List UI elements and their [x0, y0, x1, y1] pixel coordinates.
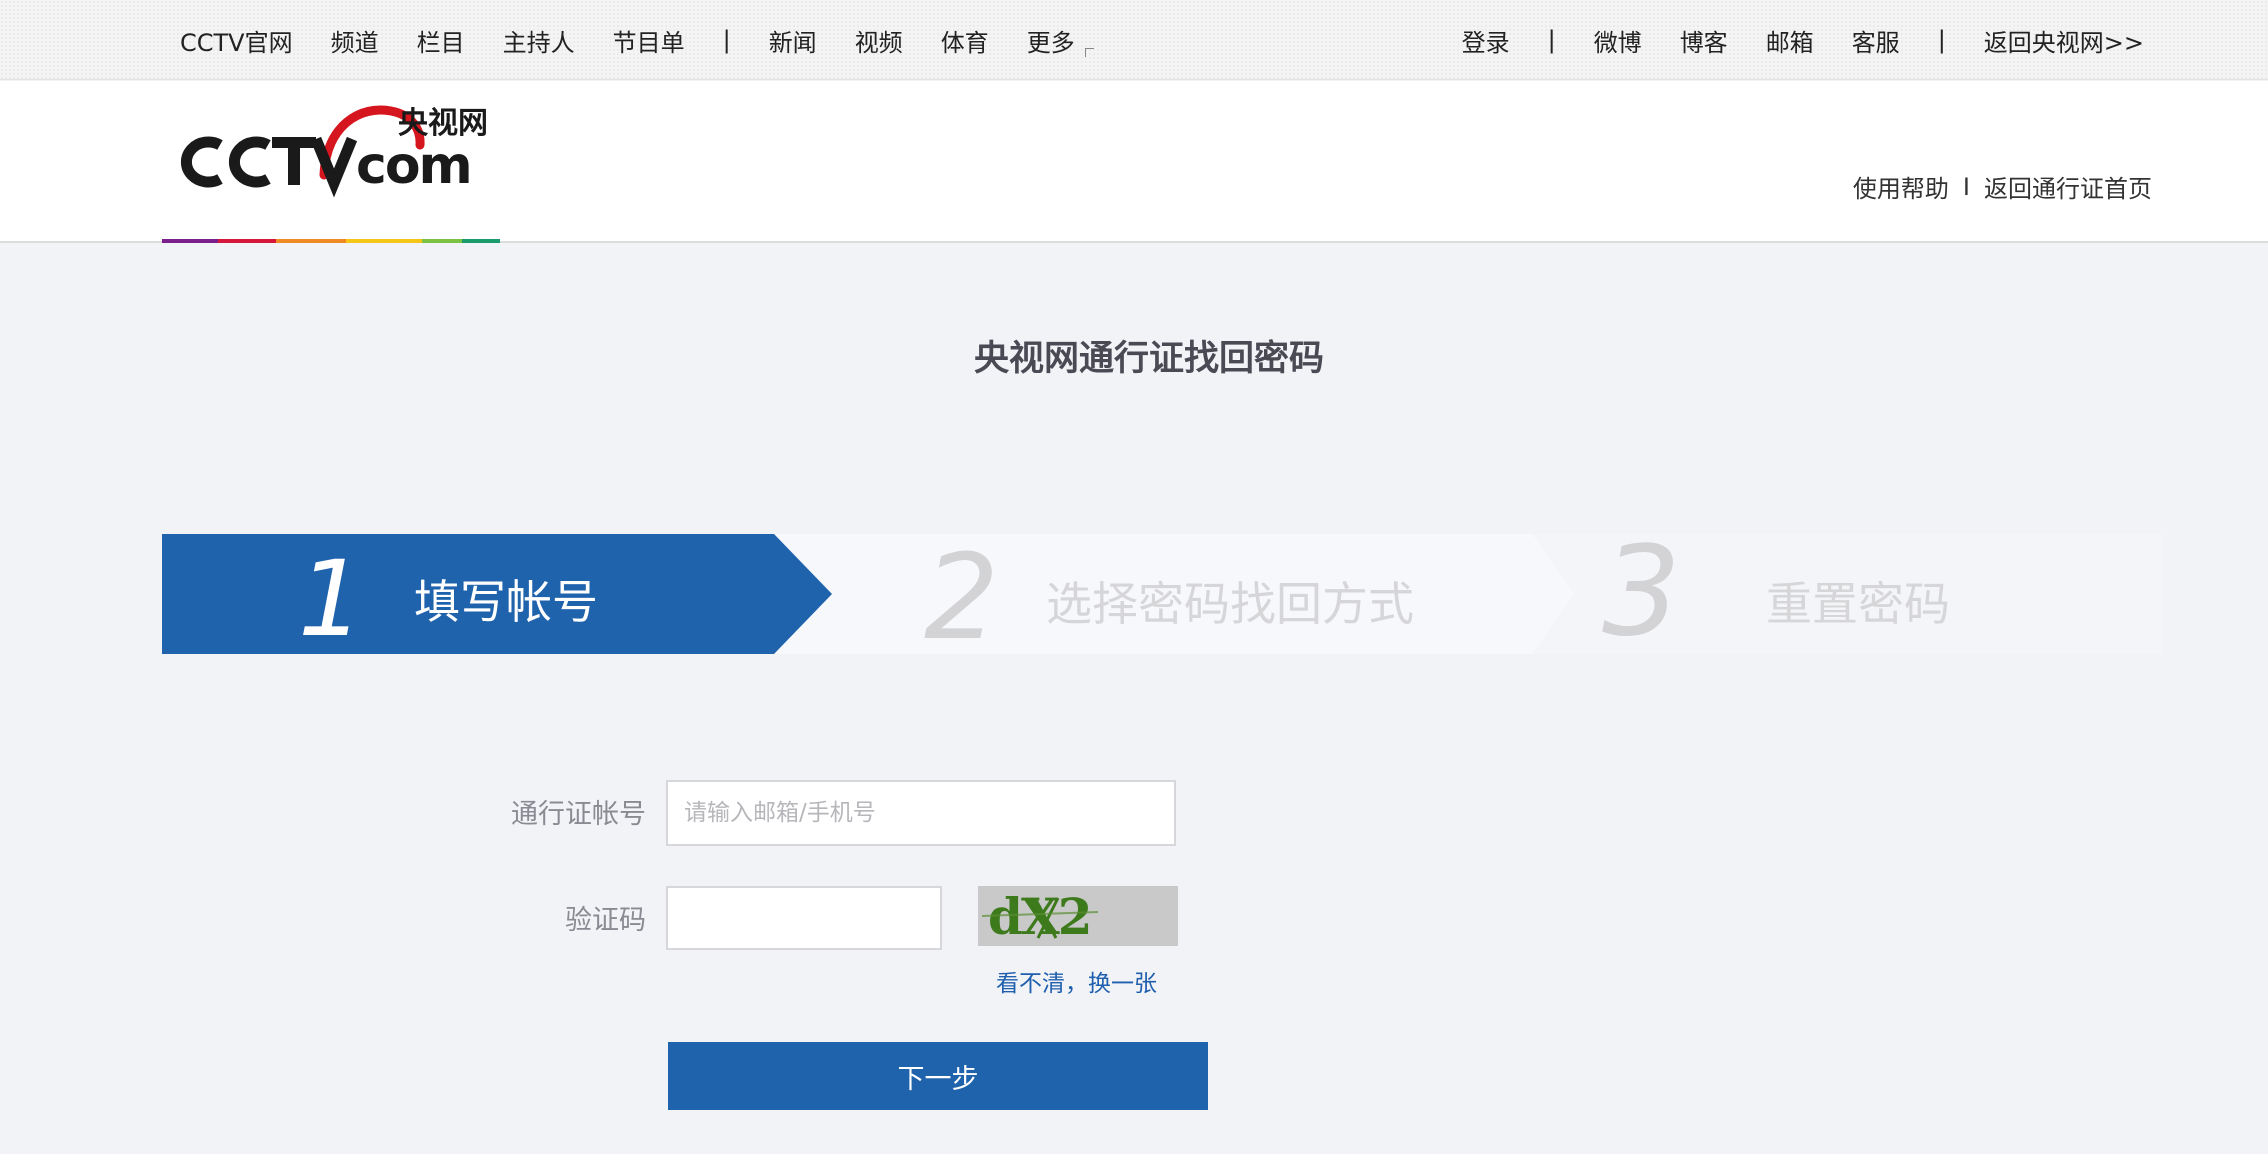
nav-cctv-official[interactable]: CCTV官网 [180, 23, 293, 58]
site-header: 央视网 com 使用帮助 I 返回通行证首页 [0, 81, 2268, 243]
nav-more-label: 更多 [1026, 28, 1075, 57]
cctv-logo[interactable]: 央视网 com [176, 95, 506, 205]
page-title: 央视网通行证找回密码 [973, 339, 1324, 379]
step-1-label: 填写帐号 [414, 575, 598, 629]
header-separator: I [1962, 172, 1970, 201]
account-input[interactable] [666, 780, 1176, 846]
header-links: 使用帮助 I 返回通行证首页 [1853, 169, 2152, 204]
captcha-image[interactable]: dX2 [978, 886, 1178, 946]
dropdown-corner-icon [1084, 47, 1094, 57]
step-progress-bar: 1 填写帐号 2 选择密码找回方式 3 重置密码 [162, 520, 2162, 666]
nav-mail[interactable]: 邮箱 [1766, 23, 1814, 58]
stripe-segment [162, 239, 218, 243]
stripe-segment [462, 239, 500, 243]
nav-separator: | [1547, 26, 1556, 54]
nav-weibo[interactable]: 微博 [1594, 23, 1642, 58]
next-step-button[interactable]: 下一步 [668, 1042, 1208, 1110]
stripe-segment [346, 239, 422, 243]
nav-schedule[interactable]: 节目单 [613, 23, 685, 58]
passport-home-link[interactable]: 返回通行证首页 [1984, 169, 2152, 204]
nav-login[interactable]: 登录 [1462, 23, 1510, 58]
stripe-segment [276, 239, 346, 243]
nav-hosts[interactable]: 主持人 [503, 23, 575, 58]
nav-separator: | [722, 26, 731, 54]
step-2-number: 2 [924, 528, 1000, 666]
nav-channels[interactable]: 频道 [331, 23, 379, 58]
step-3-label: 重置密码 [1766, 577, 1950, 631]
stripe-segment [218, 239, 276, 243]
stripe-segment [422, 239, 462, 243]
refresh-captcha-link[interactable]: 看不清，换一张 [996, 964, 1157, 998]
step-3-number: 3 [1602, 520, 1681, 664]
captcha-input[interactable] [666, 886, 942, 950]
top-navigation-bar: CCTV官网 频道 栏目 主持人 节目单 | 新闻 视频 体育 更多 登录 | … [0, 0, 2268, 80]
nav-return-cctv[interactable]: 返回央视网>> [1984, 23, 2144, 58]
nav-blog[interactable]: 博客 [1680, 23, 1728, 58]
nav-sports[interactable]: 体育 [941, 23, 989, 58]
nav-video[interactable]: 视频 [855, 23, 903, 58]
help-link[interactable]: 使用帮助 [1853, 169, 1949, 204]
nav-separator: | [1937, 26, 1946, 54]
logo-com-text: com [356, 136, 471, 196]
step-2-label: 选择密码找回方式 [1046, 577, 1414, 631]
top-nav-left: CCTV官网 频道 栏目 主持人 节目单 | 新闻 视频 体育 更多 [180, 0, 1132, 80]
logo-color-stripe [162, 239, 500, 243]
account-label: 通行证帐号 [511, 799, 646, 830]
nav-news[interactable]: 新闻 [769, 23, 817, 58]
top-nav-right: 登录 | 微博 博客 邮箱 客服 | 返回央视网>> [1462, 0, 2144, 80]
nav-more[interactable]: 更多 [1027, 23, 1094, 58]
nav-service[interactable]: 客服 [1852, 23, 1900, 58]
captcha-label: 验证码 [565, 905, 646, 936]
step-1-number: 1 [298, 538, 365, 660]
nav-programs[interactable]: 栏目 [417, 23, 465, 58]
